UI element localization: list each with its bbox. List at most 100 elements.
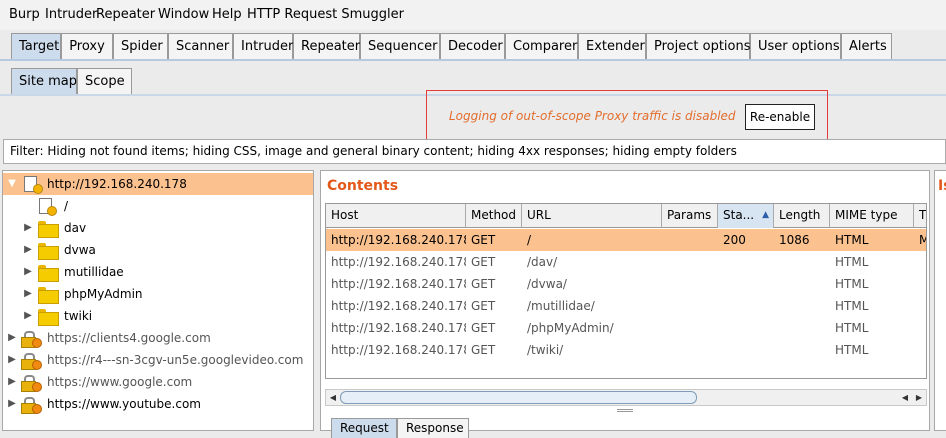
table-row[interactable]: http://192.168.240.178 GET /twiki/ HTML: [326, 339, 926, 361]
column-method[interactable]: Method: [466, 204, 522, 228]
cell-host: http://192.168.240.178: [331, 299, 466, 313]
column-extra[interactable]: T: [914, 204, 926, 228]
cell-mime: HTML: [835, 343, 869, 357]
tree-node-label: https://r4---sn-3cgv-un5e.googlevideo.co…: [47, 353, 304, 367]
menu-http-request-smuggler[interactable]: HTTP Request Smuggler: [247, 7, 404, 22]
tab-sequencer[interactable]: Sequencer: [360, 33, 440, 60]
filter-bar[interactable]: Filter: Hiding not found items; hiding C…: [3, 139, 946, 164]
collapsed-arrow-icon[interactable]: ▶: [23, 283, 33, 305]
column-url[interactable]: URL: [522, 204, 662, 228]
tab-repeater[interactable]: Repeater: [293, 33, 360, 60]
cell-mime: HTML: [835, 277, 869, 291]
column-status[interactable]: Sta... ▲: [718, 204, 774, 228]
status-dot-icon: [32, 360, 42, 370]
folder-icon: [38, 265, 59, 282]
tree-node-label: twiki: [64, 309, 93, 323]
tab-project-options[interactable]: Project options: [646, 33, 751, 60]
scroll-left-end-icon[interactable]: ◀: [898, 390, 912, 405]
issues-panel: Is: [934, 170, 946, 431]
column-params[interactable]: Params: [662, 204, 718, 228]
tree-node-label: https://www.youtube.com: [47, 397, 201, 411]
re-enable-button[interactable]: Re-enable: [745, 104, 815, 130]
cell-url: /twiki/: [527, 343, 564, 357]
folder-icon: [38, 243, 59, 260]
collapsed-arrow-icon[interactable]: ▶: [7, 327, 17, 349]
collapsed-arrow-icon[interactable]: ▶: [23, 239, 33, 261]
cell-host: http://192.168.240.178: [331, 343, 466, 357]
menu-window[interactable]: Window: [158, 7, 209, 22]
folder-icon: [38, 287, 59, 304]
tab-user-options[interactable]: User options: [750, 33, 841, 60]
tab-extender[interactable]: Extender: [578, 33, 646, 60]
scroll-right-icon[interactable]: ▶: [912, 390, 926, 405]
cell-status: 200: [723, 233, 746, 247]
tree-node-root[interactable]: ▼ http://192.168.240.178: [3, 173, 313, 195]
collapsed-arrow-icon[interactable]: ▶: [7, 371, 17, 393]
cell-method: GET: [471, 277, 496, 291]
cell-length: 1086: [779, 233, 810, 247]
tab-target[interactable]: Target: [11, 33, 61, 60]
tree-node-label: /: [64, 199, 69, 213]
cell-url: /dav/: [527, 255, 558, 269]
menu-help[interactable]: Help: [212, 7, 242, 22]
notice-message: Logging of out-of-scope Proxy traffic is…: [449, 109, 736, 123]
table-row[interactable]: http://192.168.240.178 GET /dav/ HTML: [326, 251, 926, 273]
collapsed-arrow-icon[interactable]: ▶: [7, 393, 17, 415]
tree-node-label: https://clients4.google.com: [47, 331, 211, 345]
cell-url: /: [527, 233, 532, 247]
tab-request[interactable]: Request: [331, 418, 397, 438]
tree-node-label: http://192.168.240.178: [47, 177, 187, 191]
tab-scope[interactable]: Scope: [77, 68, 132, 95]
cell-mime: HTML: [835, 255, 869, 269]
tab-site-map[interactable]: Site map: [11, 68, 77, 95]
cell-extra: M: [914, 229, 926, 251]
menu-burp[interactable]: Burp: [9, 7, 40, 22]
column-length[interactable]: Length: [774, 204, 830, 228]
menu-intruder[interactable]: Intruder: [45, 7, 97, 22]
cell-params: [662, 229, 718, 251]
cell-method: GET: [471, 299, 496, 313]
tab-decoder[interactable]: Decoder: [440, 33, 505, 60]
tab-alerts[interactable]: Alerts: [841, 33, 892, 60]
pane-splitter-handle[interactable]: [617, 409, 633, 412]
tab-comparer[interactable]: Comparer: [505, 33, 578, 60]
horizontal-scrollbar[interactable]: ◀ ◀ ▶: [325, 389, 927, 406]
collapsed-arrow-icon[interactable]: ▶: [23, 305, 33, 327]
tab-response[interactable]: Response: [397, 418, 469, 438]
tab-spider[interactable]: Spider: [113, 33, 168, 60]
collapsed-arrow-icon[interactable]: ▶: [7, 349, 17, 371]
cell-url: /phpMyAdmin/: [527, 321, 614, 335]
table-row[interactable]: http://192.168.240.178 GET /mutillidae/ …: [326, 295, 926, 317]
cell-host: http://192.168.240.178: [331, 321, 466, 335]
sort-ascending-icon: ▲: [762, 210, 769, 220]
collapsed-arrow-icon[interactable]: ▶: [23, 261, 33, 283]
site-map-tree: ▼ http://192.168.240.178 / ▶ dav ▶ dvwa …: [2, 170, 314, 431]
table-row[interactable]: http://192.168.240.178 GET / 200 1086 HT…: [326, 229, 926, 251]
tree-node-label: dav: [64, 221, 87, 235]
column-host[interactable]: Host: [326, 204, 466, 228]
expanded-arrow-icon[interactable]: ▼: [7, 173, 17, 195]
tab-proxy[interactable]: Proxy: [61, 33, 113, 60]
table-row[interactable]: http://192.168.240.178 GET /dvwa/ HTML: [326, 273, 926, 295]
column-status-label: Sta...: [723, 208, 755, 222]
table-header: Host Method URL Params Sta... ▲ Length M…: [326, 204, 926, 228]
tab-scanner[interactable]: Scanner: [168, 33, 233, 60]
folder-icon: [38, 309, 59, 326]
tab-intruder[interactable]: Intruder: [233, 33, 293, 60]
scrollbar-thumb[interactable]: [340, 391, 697, 404]
column-mime-type[interactable]: MIME type: [830, 204, 914, 228]
cell-mime: HTML: [835, 233, 869, 247]
issues-title: Is: [938, 178, 946, 194]
collapsed-arrow-icon[interactable]: ▶: [23, 217, 33, 239]
tree-node-label: https://www.google.com: [47, 375, 193, 389]
scroll-left-icon[interactable]: ◀: [326, 390, 340, 405]
menu-repeater[interactable]: Repeater: [96, 7, 155, 22]
main-tab-underline: [0, 59, 946, 61]
cell-method: GET: [471, 321, 496, 335]
status-dot-icon: [32, 404, 42, 414]
tree-node-label: mutillidae: [64, 265, 124, 279]
contents-panel: Contents Host Method URL Params Sta... ▲…: [320, 170, 930, 438]
status-dot-icon: [32, 382, 42, 392]
table-row[interactable]: http://192.168.240.178 GET /phpMyAdmin/ …: [326, 317, 926, 339]
cell-method: GET: [471, 255, 496, 269]
